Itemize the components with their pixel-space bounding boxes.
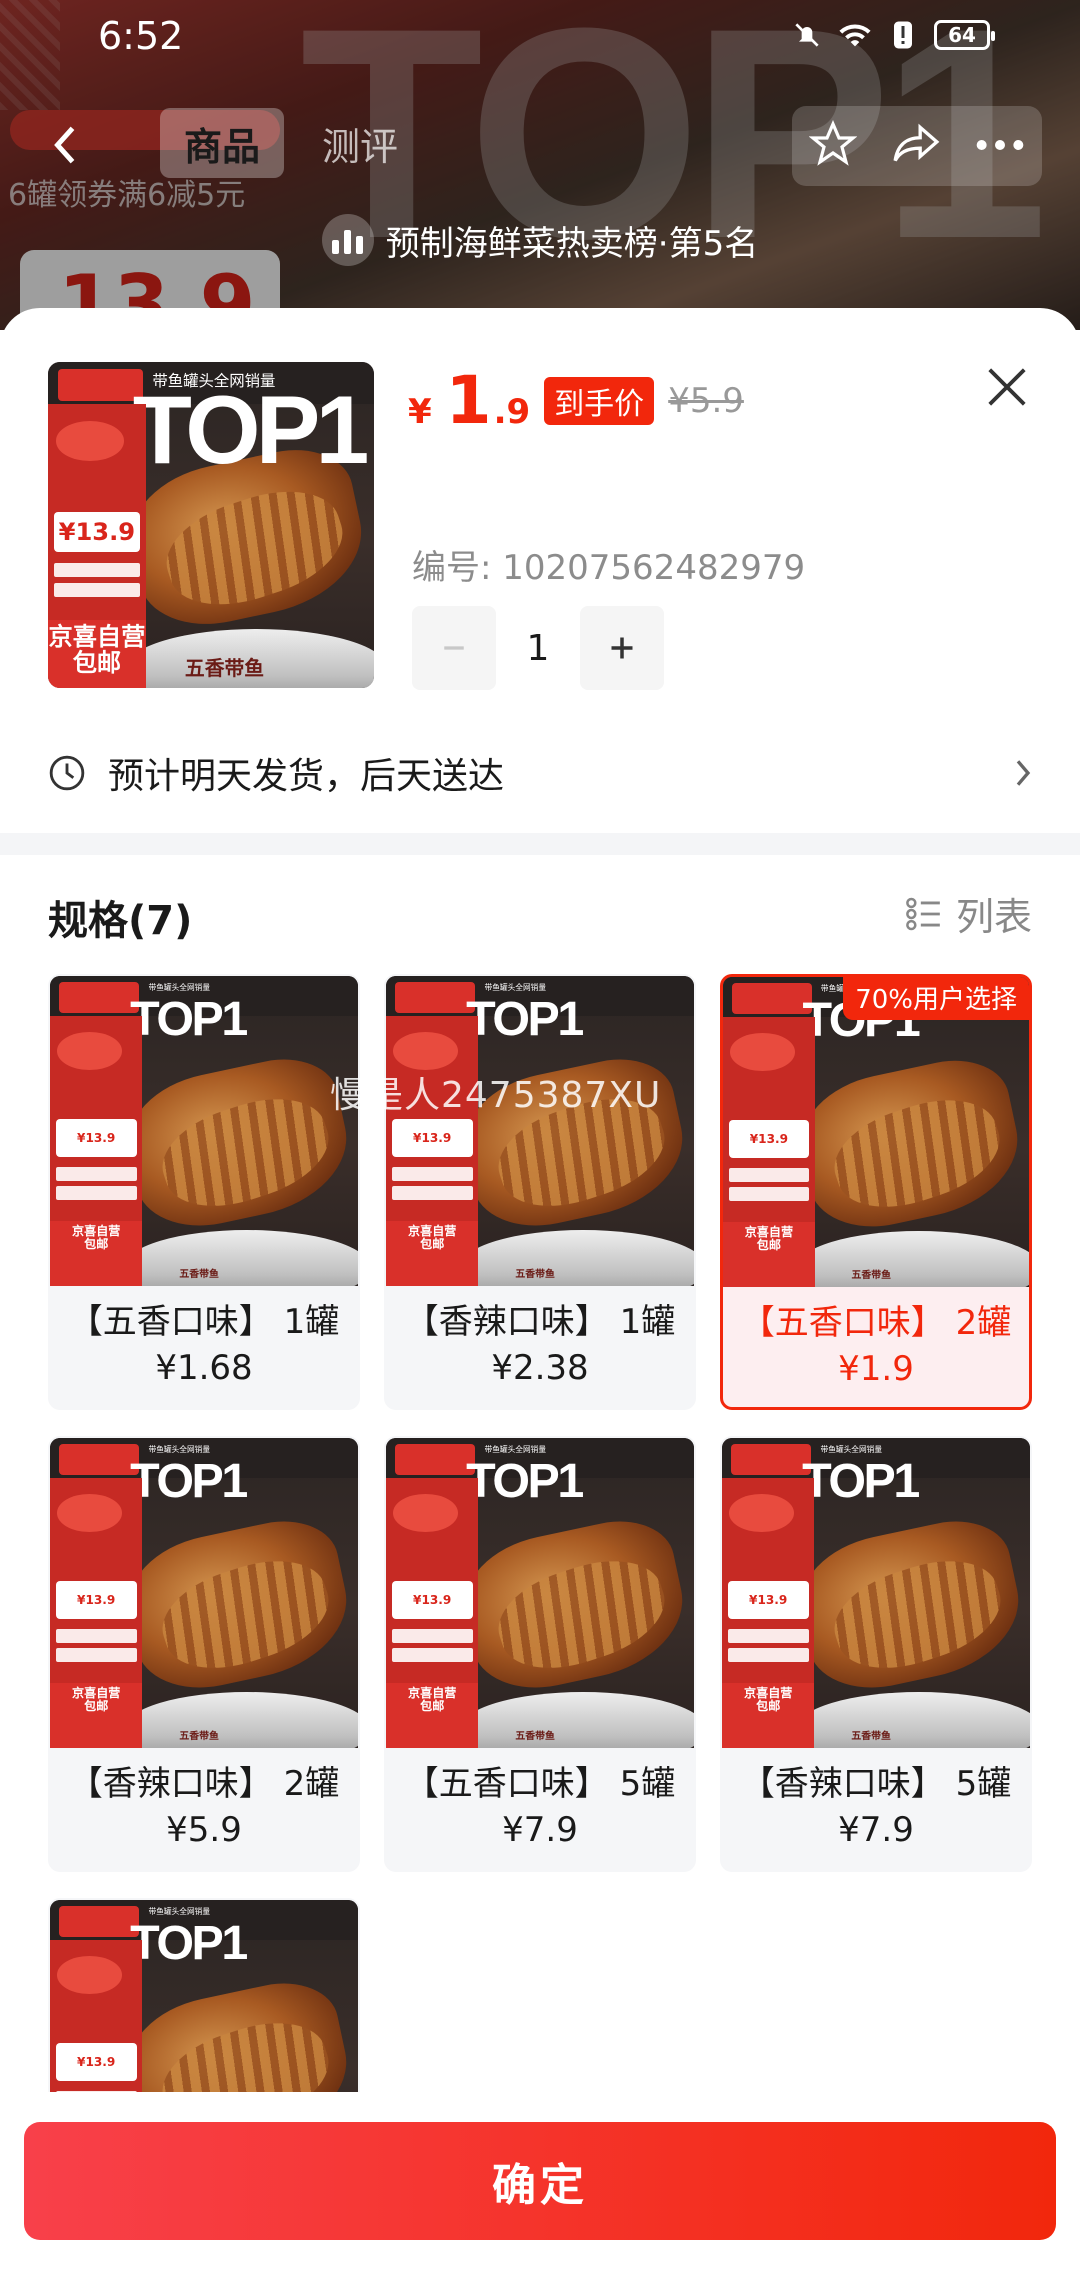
confirm-button[interactable]: 确定	[24, 2122, 1056, 2240]
favorite-button[interactable]	[808, 119, 858, 172]
thumb-badge-line1: 京喜自营	[48, 622, 146, 651]
nav-actions	[792, 106, 1042, 186]
clock-icon	[49, 755, 85, 791]
list-icon	[906, 897, 940, 930]
decrease-button[interactable]	[412, 606, 496, 690]
plus-icon	[611, 637, 633, 659]
watermark-text: 慢是人2475387XU	[330, 1075, 662, 1116]
spec-option-card[interactable]: 带鱼罐头全网销量 五香带鱼 TOP1 ¥13.9 京喜自营 包邮 【香辣口味】 5罐…	[720, 1436, 1032, 1872]
spec-option-label: 【五香口味】 5罐 ¥7.9	[404, 1764, 676, 1850]
jd-logo	[57, 368, 143, 402]
chevron-left-icon	[54, 126, 75, 164]
spec-option-label: 【香辣口味】 5罐 ¥7.9	[740, 1764, 1012, 1850]
status-icons: 64	[790, 18, 995, 52]
status-bar: 6:52 64	[0, 0, 1080, 72]
wifi-icon	[838, 18, 872, 52]
price-decimal: .9	[493, 392, 531, 432]
tab-bar: 商品 测评	[160, 108, 422, 178]
increase-button[interactable]	[580, 606, 664, 690]
more-dots-icon	[976, 139, 1024, 150]
star-icon	[808, 119, 858, 166]
spec-option-card[interactable]: 带鱼罐头全网销量 五香带鱼 TOP1 ¥13.9 京喜自营 包邮 【五香口味】 5罐…	[384, 1436, 696, 1872]
list-view-toggle[interactable]: 列表	[904, 886, 1032, 941]
price-currency: ¥	[408, 392, 432, 432]
thumb-price: ¥13.9	[53, 512, 140, 552]
delivery-info-row[interactable]: 预计明天发货，后天送达	[48, 718, 1032, 828]
product-thumbnail[interactable]: 带鱼罐头全网销量 五香带鱼 TOP1 ¥13.9 京喜自营 包邮	[48, 362, 374, 688]
share-icon	[893, 123, 940, 162]
thumb-badge-line2: 包邮	[72, 649, 122, 678]
chevron-right-icon	[1016, 760, 1031, 786]
spec-selection-sheet: 带鱼罐头全网销量 五香带鱼 TOP1 ¥13.9 京喜自营 包邮 ¥ 1 .9 到…	[0, 308, 1080, 2280]
ranking-text: 预制海鲜菜热卖榜·第5名	[385, 223, 759, 264]
spec-option-card[interactable]: 带鱼罐头全网销量 五香带鱼 TOP1 ¥13.9 京喜自营 包邮 【香辣口味】 1罐…	[384, 974, 696, 1410]
spec-option-card[interactable]: 带鱼罐头全网销量 五香带鱼 TOP1 ¥13.9 京喜自营 包邮 【五香口味】 1罐…	[48, 974, 360, 1410]
minus-icon	[444, 646, 464, 650]
confirm-bar: 确定	[0, 2092, 1080, 2280]
ranking-chart-icon	[321, 214, 374, 266]
sku-code: 编号: 10207562482979	[412, 548, 806, 588]
price-row: ¥ 1 .9 到手价 ¥5.9	[408, 368, 744, 434]
more-button[interactable]	[975, 137, 1025, 156]
original-price: ¥5.9	[668, 381, 744, 421]
bell-muted-icon	[790, 18, 824, 52]
quantity-value[interactable]: 1	[496, 628, 580, 669]
can-label: 五香带鱼	[184, 657, 265, 681]
final-price-tag: 到手价	[544, 377, 655, 425]
price-integer: 1	[445, 362, 492, 439]
spec-option-label: 【香辣口味】 1罐 ¥2.38	[404, 1302, 676, 1388]
battery-icon: 64	[934, 20, 995, 50]
close-button[interactable]	[982, 362, 1032, 412]
quantity-stepper: 1	[412, 606, 664, 690]
spec-option-label: 【香辣口味】 2罐 ¥5.9	[68, 1764, 340, 1850]
status-time: 6:52	[98, 14, 184, 58]
spec-option-image: 带鱼罐头全网销量 五香带鱼 TOP1 ¥13.9京喜自营包邮	[386, 1438, 694, 1748]
spec-option-image: 带鱼罐头全网销量 五香带鱼 TOP1 ¥13.9京喜自营包邮	[722, 1438, 1030, 1748]
spec-option-label: 【五香口味】 1罐 ¥1.68	[68, 1302, 340, 1388]
section-divider	[0, 833, 1080, 855]
share-button[interactable]	[891, 122, 941, 170]
close-icon	[988, 368, 1026, 406]
popular-badge: 70%用户选择	[843, 977, 1029, 1020]
spec-option-card-selected[interactable]: 70%用户选择 带鱼罐头全网销量 五香带鱼 TOP1 ¥13.9京喜自营包邮 【…	[720, 974, 1032, 1410]
top-navigation: 商品 测评	[0, 100, 1080, 190]
delivery-text: 预计明天发货，后天送达	[108, 756, 505, 797]
tab-review[interactable]: 测评	[298, 108, 422, 178]
thumb-headline: TOP1	[132, 374, 370, 484]
ranking-banner[interactable]: 预制海鲜菜热卖榜·第5名	[0, 200, 1080, 280]
back-button[interactable]	[30, 112, 100, 178]
alert-icon	[886, 18, 920, 52]
tab-product[interactable]: 商品	[160, 108, 285, 178]
list-toggle-label: 列表	[955, 895, 1032, 939]
spec-option-image: 带鱼罐头全网销量 五香带鱼 TOP1 ¥13.9京喜自营包邮	[50, 976, 358, 1286]
spec-option-image: 带鱼罐头全网销量 五香带鱼 TOP1 ¥13.9京喜自营包邮	[723, 977, 1029, 1287]
spec-option-label: 【五香口味】 2罐 ¥1.9	[740, 1303, 1012, 1389]
spec-option-image: 带鱼罐头全网销量 五香带鱼 TOP1 ¥13.9京喜自营包邮	[386, 976, 694, 1286]
spec-option-card[interactable]: 带鱼罐头全网销量 五香带鱼 TOP1 ¥13.9 京喜自营 包邮 【香辣口味】 2罐…	[48, 1436, 360, 1872]
spec-title: 规格(7)	[48, 898, 193, 944]
spec-option-image: 带鱼罐头全网销量 五香带鱼 TOP1 ¥13.9京喜自营包邮	[50, 1438, 358, 1748]
